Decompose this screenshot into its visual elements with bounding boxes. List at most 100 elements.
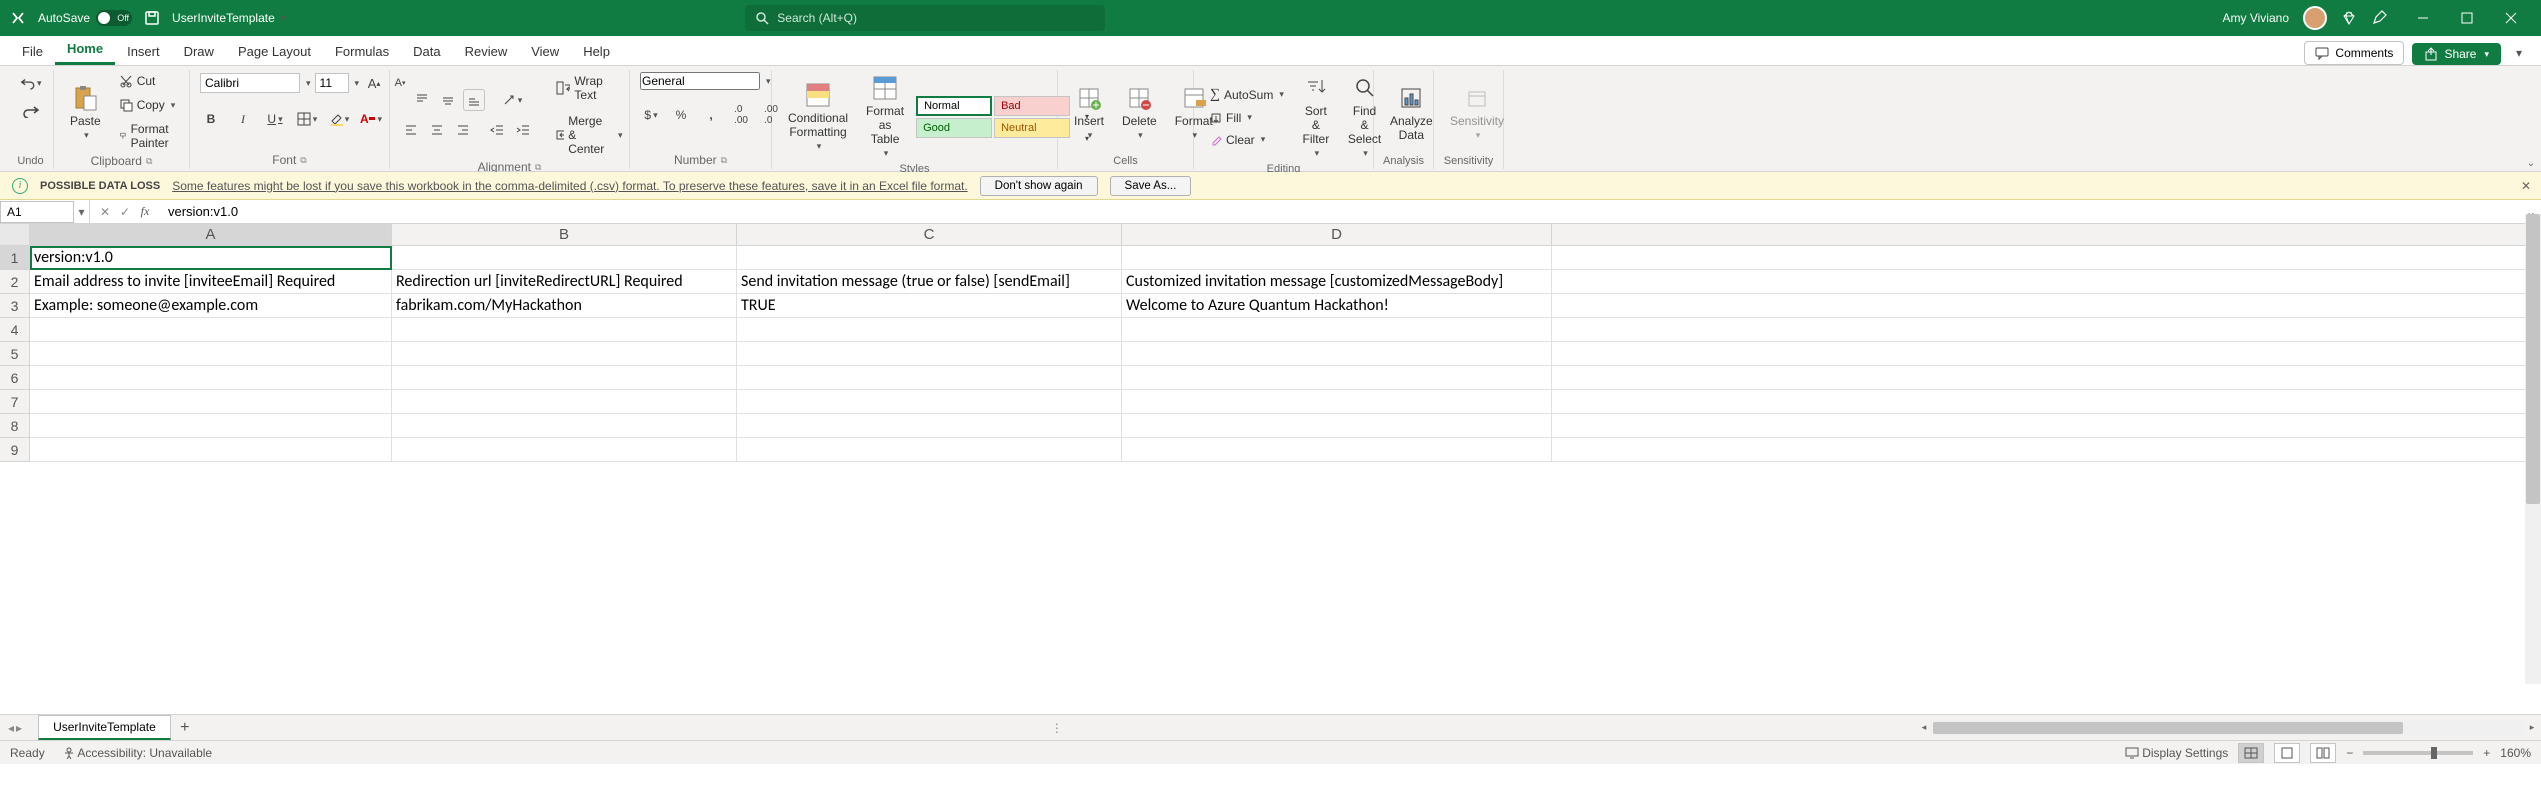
tab-data[interactable]: Data	[401, 38, 452, 65]
border-button[interactable]: ▾	[296, 108, 318, 130]
cell-C8[interactable]	[737, 414, 1122, 438]
row-header-8[interactable]: 8	[0, 414, 30, 438]
enter-formula-icon[interactable]: ✓	[116, 205, 134, 219]
hscroll-right[interactable]: ▸	[2525, 721, 2539, 735]
wrap-text-button[interactable]: Wrap Text	[550, 72, 629, 104]
style-good[interactable]: Good	[916, 118, 992, 138]
zoom-out-button[interactable]: −	[2346, 746, 2353, 760]
fx-icon[interactable]: fx	[136, 204, 154, 219]
display-settings-button[interactable]: Display Settings	[2125, 746, 2228, 760]
col-header-C[interactable]: C	[737, 224, 1122, 245]
fill-button[interactable]: Fill▾	[1204, 109, 1258, 127]
cell-C2[interactable]: Send invitation message (true or false) …	[737, 270, 1122, 294]
msgbar-text[interactable]: Some features might be lost if you save …	[172, 179, 967, 193]
pen-icon[interactable]	[2371, 10, 2387, 26]
name-box[interactable]: A1	[0, 201, 74, 223]
search-input[interactable]: Search (Alt+Q)	[745, 5, 1105, 31]
underline-button[interactable]: U▾	[264, 108, 286, 130]
autosave-toggle[interactable]: AutoSave Off	[38, 10, 132, 26]
msgbar-close-button[interactable]: ✕	[2521, 179, 2531, 193]
conditional-formatting-button[interactable]: Conditional Formatting▾	[782, 79, 854, 154]
row-header-7[interactable]: 7	[0, 390, 30, 414]
col-header-B[interactable]: B	[392, 224, 737, 245]
sheet-nav-prev[interactable]: ◂	[8, 721, 14, 735]
alignment-dialog-icon[interactable]: ⧉	[535, 162, 541, 173]
row-header-4[interactable]: 4	[0, 318, 30, 342]
cell-C3[interactable]: TRUE	[737, 294, 1122, 318]
vertical-scroll-thumb[interactable]	[2526, 214, 2540, 504]
formula-input[interactable]: version:v1.0	[160, 202, 2521, 221]
cell-D2[interactable]: Customized invitation message [customize…	[1122, 270, 1552, 294]
minimize-button[interactable]	[2401, 0, 2445, 36]
cell-rest-8[interactable]	[1552, 414, 2541, 438]
cell-C7[interactable]	[737, 390, 1122, 414]
cell-B7[interactable]	[392, 390, 737, 414]
align-left-button[interactable]	[400, 119, 422, 141]
style-normal[interactable]: Normal	[916, 96, 992, 116]
col-header-D[interactable]: D	[1122, 224, 1552, 245]
row-header-6[interactable]: 6	[0, 366, 30, 390]
undo-button[interactable]: ▾	[20, 72, 42, 94]
cell-C9[interactable]	[737, 438, 1122, 462]
cell-D9[interactable]	[1122, 438, 1552, 462]
cell-A7[interactable]	[30, 390, 392, 414]
name-box-dropdown[interactable]: ▾	[74, 200, 90, 223]
cell-C6[interactable]	[737, 366, 1122, 390]
cell-rest-5[interactable]	[1552, 342, 2541, 366]
increase-indent-button[interactable]	[512, 119, 534, 141]
analyze-data-button[interactable]: Analyze Data	[1384, 82, 1439, 144]
cell-A5[interactable]	[30, 342, 392, 366]
cell-A6[interactable]	[30, 366, 392, 390]
decrease-indent-button[interactable]	[486, 119, 508, 141]
number-format-select[interactable]	[640, 72, 760, 90]
font-color-button[interactable]: A▾	[360, 108, 382, 130]
orientation-button[interactable]: ▾	[501, 89, 523, 111]
cell-D4[interactable]	[1122, 318, 1552, 342]
view-normal-button[interactable]	[2238, 743, 2264, 763]
cell-rest-4[interactable]	[1552, 318, 2541, 342]
font-dialog-icon[interactable]: ⧉	[300, 155, 306, 166]
paste-button[interactable]: Paste▾	[64, 82, 107, 143]
align-middle-button[interactable]	[437, 89, 459, 111]
delete-cells-button[interactable]: Delete▾	[1116, 82, 1163, 143]
merge-center-button[interactable]: Merge & Center▾	[550, 112, 629, 158]
cell-D1[interactable]	[1122, 246, 1552, 270]
ribbon-options-button[interactable]: ▾	[2507, 41, 2531, 65]
cell-B5[interactable]	[392, 342, 737, 366]
cell-A4[interactable]	[30, 318, 392, 342]
cell-A3[interactable]: Example: someone@example.com	[30, 294, 392, 318]
sheet-split-handle[interactable]: ⋮	[1051, 721, 1063, 735]
increase-decimal-button[interactable]: .0.00	[730, 104, 752, 126]
align-right-button[interactable]	[452, 119, 474, 141]
row-header-2[interactable]: 2	[0, 270, 30, 294]
clipboard-dialog-icon[interactable]: ⧉	[146, 156, 152, 167]
bold-button[interactable]: B	[200, 108, 222, 130]
align-center-button[interactable]	[426, 119, 448, 141]
sort-filter-button[interactable]: Sort & Filter▾	[1296, 72, 1336, 161]
cell-A8[interactable]	[30, 414, 392, 438]
cell-C4[interactable]	[737, 318, 1122, 342]
save-icon[interactable]	[142, 8, 162, 28]
cut-button[interactable]: Cut	[113, 72, 162, 90]
cell-rest-6[interactable]	[1552, 366, 2541, 390]
status-accessibility[interactable]: Accessibility: Unavailable	[63, 746, 212, 760]
font-size-input[interactable]	[315, 73, 349, 93]
accounting-format-button[interactable]: $▾	[640, 104, 662, 126]
copy-button[interactable]: Copy▾	[113, 96, 182, 114]
tab-review[interactable]: Review	[453, 38, 520, 65]
cell-B6[interactable]	[392, 366, 737, 390]
close-button[interactable]	[2489, 0, 2533, 36]
tab-insert[interactable]: Insert	[115, 38, 172, 65]
font-name-input[interactable]	[200, 73, 300, 93]
vertical-scrollbar[interactable]	[2525, 214, 2541, 684]
zoom-slider[interactable]	[2363, 751, 2473, 755]
clear-button[interactable]: Clear▾	[1204, 131, 1271, 149]
cell-rest-2[interactable]	[1552, 270, 2541, 294]
align-top-button[interactable]	[411, 89, 433, 111]
cell-rest-1[interactable]	[1552, 246, 2541, 270]
cell-rest-9[interactable]	[1552, 438, 2541, 462]
col-header-rest[interactable]	[1552, 224, 2541, 245]
dont-show-again-button[interactable]: Don't show again	[980, 176, 1098, 196]
cell-rest-3[interactable]	[1552, 294, 2541, 318]
cell-D8[interactable]	[1122, 414, 1552, 438]
